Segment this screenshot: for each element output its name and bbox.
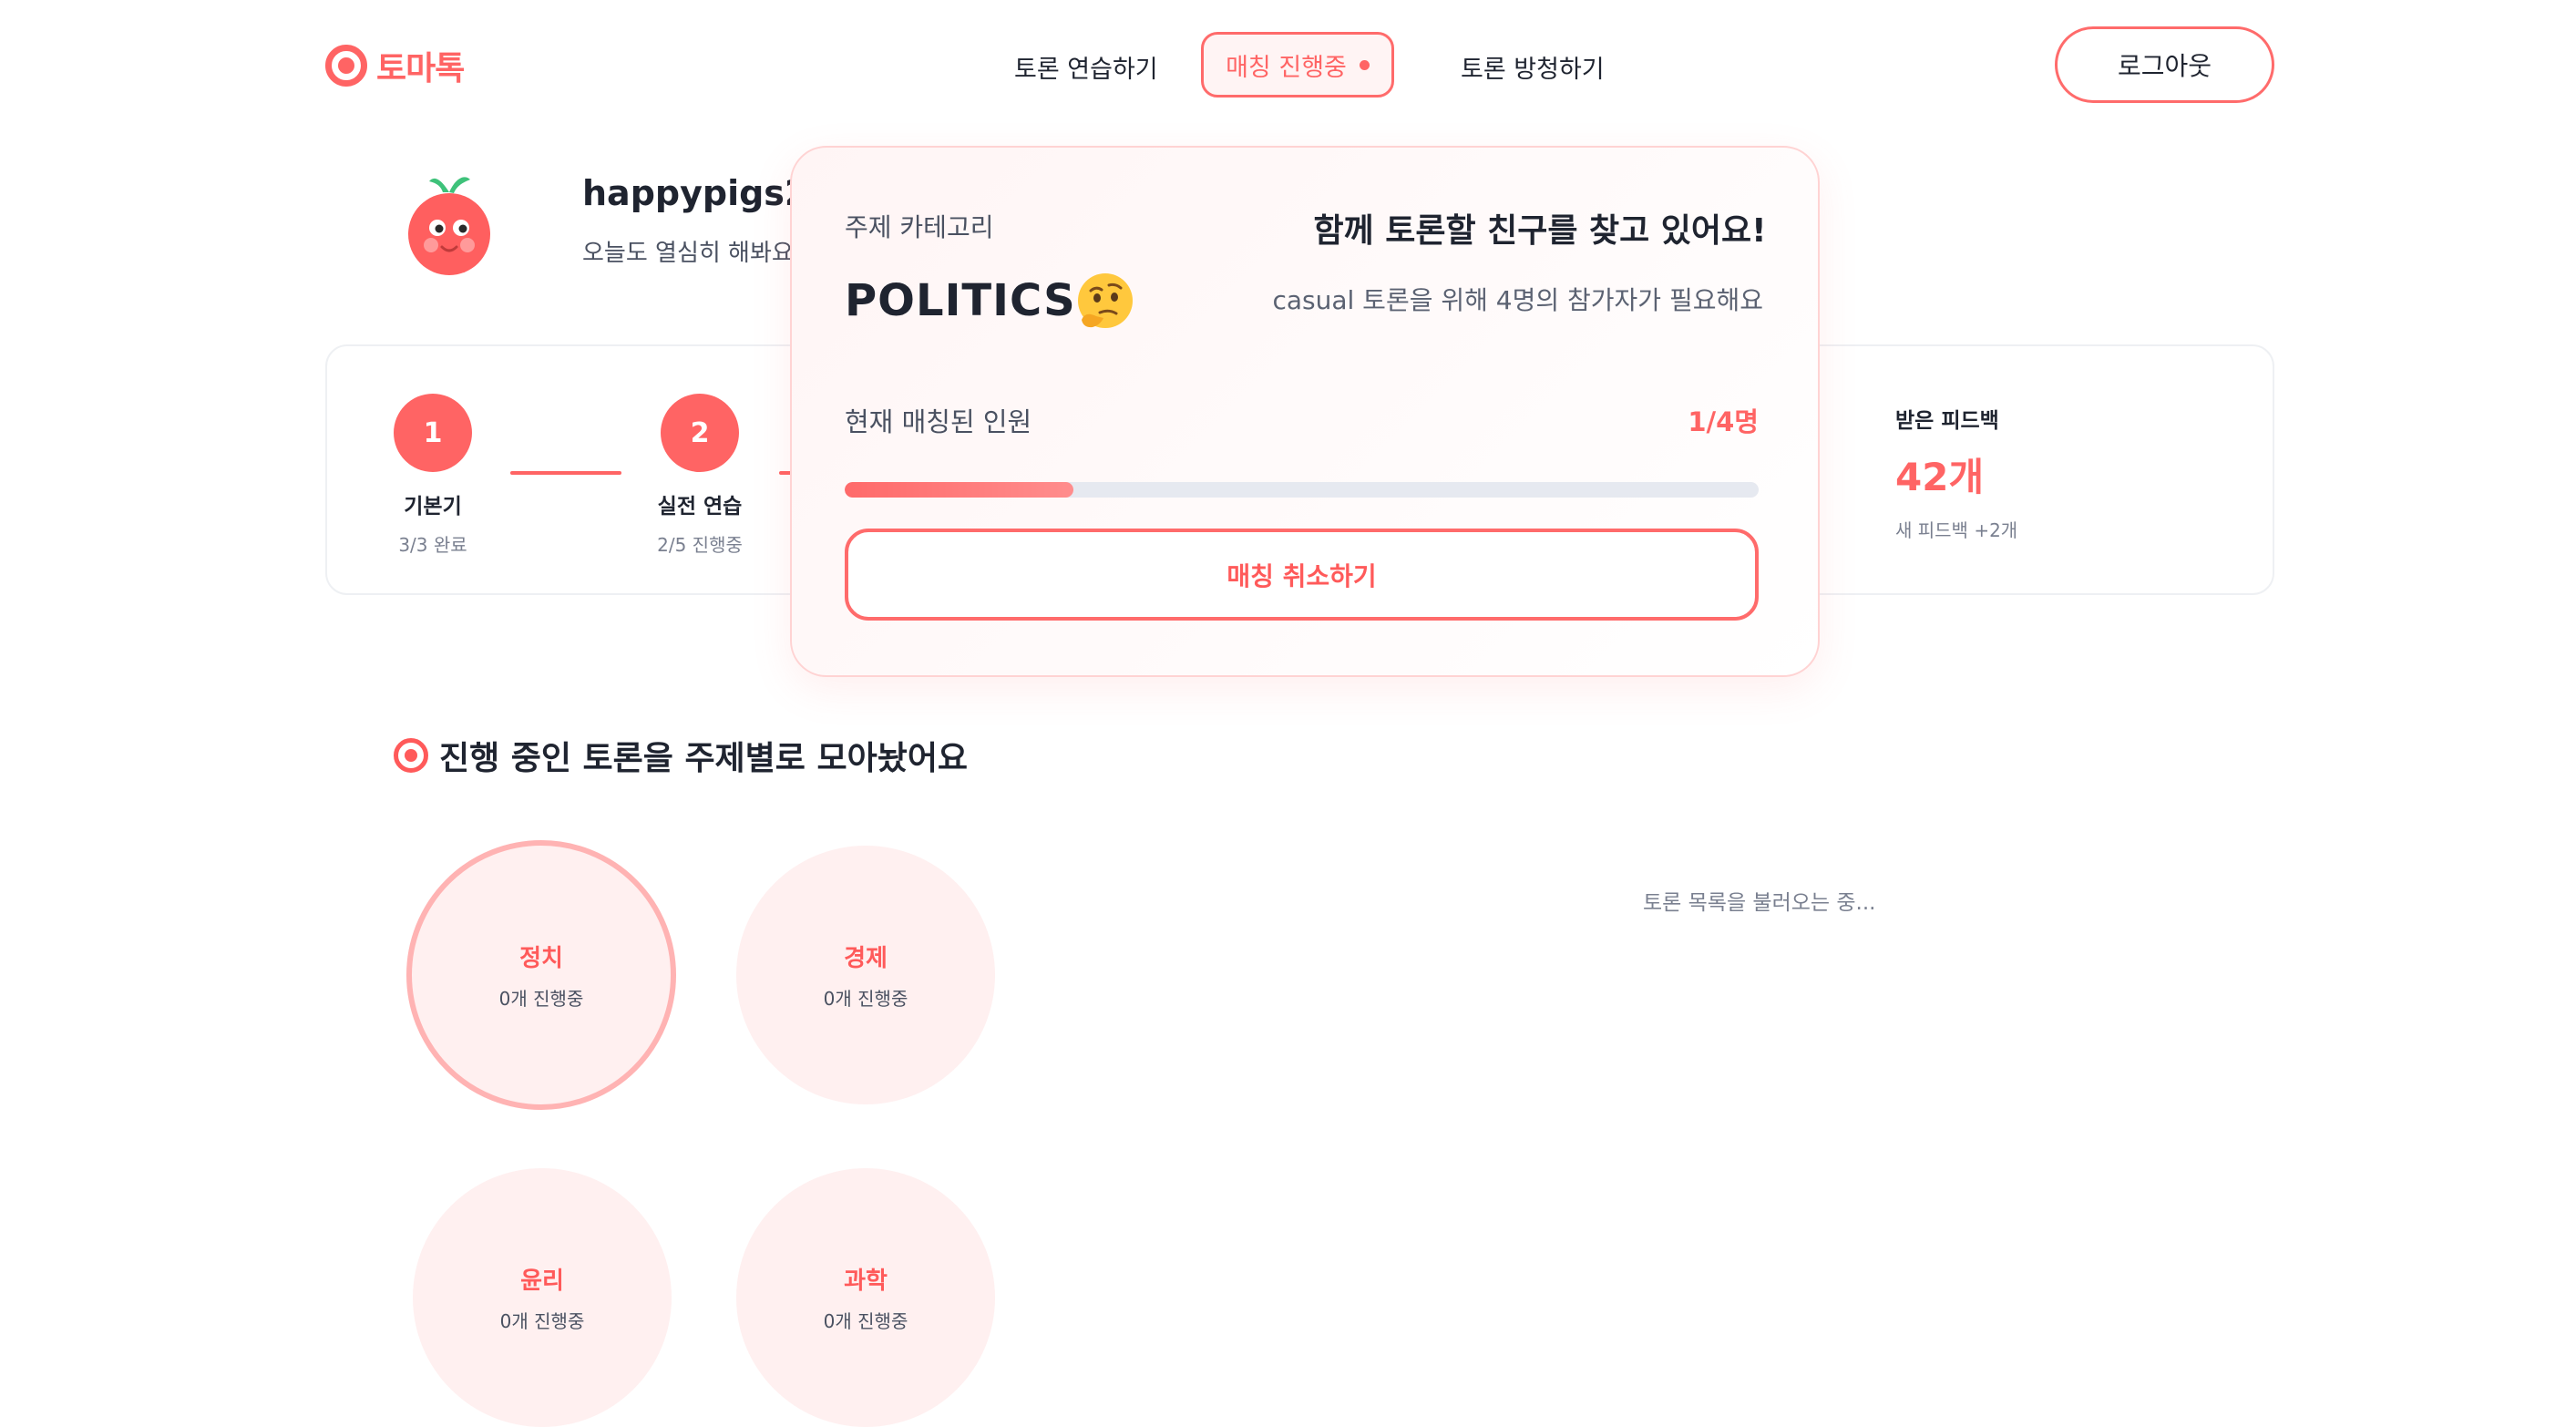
topic-name: 과학 bbox=[844, 1268, 888, 1295]
step-2-status: 2/5 진행중 bbox=[657, 534, 743, 556]
step-1-label: 기본기 bbox=[404, 495, 462, 518]
section-title: 진행 중인 토론을 주제별로 모아놨어요 bbox=[394, 732, 968, 779]
cancel-matching-button[interactable]: 매칭 취소하기 bbox=[845, 529, 1759, 621]
tomato-logo-icon bbox=[325, 45, 367, 87]
topic-science[interactable]: 과학 0개 진행중 bbox=[736, 1168, 995, 1427]
logo-text: 토마톡 bbox=[376, 50, 465, 87]
nav-debate-watch[interactable]: 토론 방청하기 bbox=[1461, 49, 1605, 85]
step-2-label: 실전 연습 bbox=[657, 495, 743, 518]
topic-politics[interactable]: 정치 0개 진행중 bbox=[406, 840, 676, 1110]
target-icon bbox=[394, 738, 428, 773]
nav-matching-in-progress[interactable]: 매칭 진행중 bbox=[1201, 32, 1394, 98]
matched-count-label: 현재 매칭된 인원 bbox=[845, 406, 1032, 437]
nav-debate-practice[interactable]: 토론 연습하기 bbox=[1014, 49, 1158, 85]
topic-count: 0개 진행중 bbox=[823, 1310, 908, 1332]
topic-name: 경제 bbox=[844, 945, 888, 972]
step-1-status: 3/3 완료 bbox=[398, 534, 467, 556]
topic-count: 0개 진행중 bbox=[498, 988, 584, 1010]
step-connector bbox=[510, 471, 621, 475]
matched-count-value: 1/4명 bbox=[1688, 406, 1759, 437]
loading-text: 토론 목록을 불러오는 중... bbox=[1643, 891, 1876, 915]
thinking-face-icon bbox=[1078, 273, 1133, 328]
nav-matching-label: 매칭 진행중 bbox=[1226, 53, 1347, 82]
topic-name: 정치 bbox=[519, 945, 563, 972]
matching-progress-fill bbox=[845, 482, 1073, 498]
feedback-title: 받은 피드백 bbox=[1895, 409, 1999, 433]
feedback-new: 새 피드백 +2개 bbox=[1895, 519, 2018, 541]
matching-progress-bar bbox=[845, 482, 1759, 498]
matching-title: 함께 토론할 친구를 찾고 있어요! bbox=[1313, 212, 1767, 250]
matching-subtitle: casual 토론을 위해 4명의 참가자가 필요해요 bbox=[1272, 285, 1763, 315]
category-value: POLITICS bbox=[845, 275, 1076, 326]
topic-ethics[interactable]: 윤리 0개 진행중 bbox=[413, 1168, 672, 1427]
topic-name: 윤리 bbox=[520, 1268, 564, 1295]
step-2-badge: 2 bbox=[661, 394, 739, 472]
feedback-count: 42개 bbox=[1895, 455, 1985, 499]
category-label: 주제 카테고리 bbox=[845, 212, 994, 242]
section-title-text: 진행 중인 토론을 주제별로 모아놨어요 bbox=[439, 740, 969, 777]
topic-count: 0개 진행중 bbox=[823, 988, 908, 1010]
status-dot-icon bbox=[1359, 59, 1370, 70]
logout-button[interactable]: 로그아웃 bbox=[2055, 26, 2274, 103]
topic-economy[interactable]: 경제 0개 진행중 bbox=[736, 846, 995, 1104]
topic-count: 0개 진행중 bbox=[499, 1310, 585, 1332]
profile-subtitle: 오늘도 열심히 해봐요 bbox=[582, 240, 794, 267]
step-1-badge: 1 bbox=[394, 394, 472, 472]
logo[interactable]: 토마톡 bbox=[325, 42, 465, 89]
tomato-avatar-icon bbox=[408, 177, 490, 275]
